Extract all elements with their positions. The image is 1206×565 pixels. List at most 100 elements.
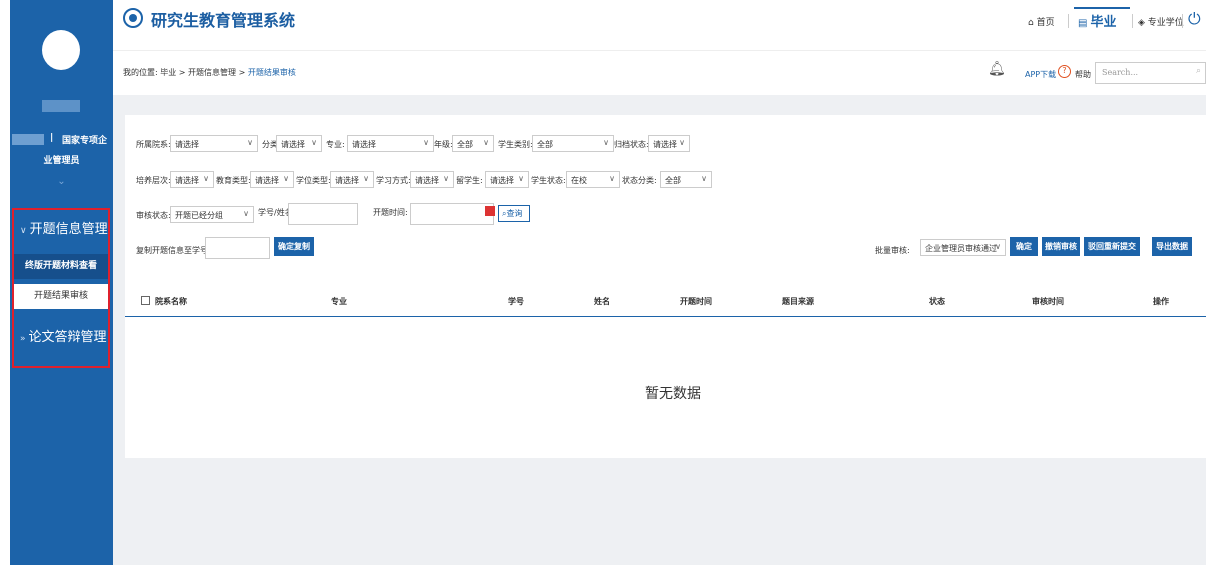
chevron-down-icon: ∨ <box>243 209 249 218</box>
id-name-input[interactable] <box>288 203 358 225</box>
table-header: 院系名称 专业 学号 姓名 开题时间 题目来源 状态 审核时间 操作 <box>125 285 1206 317</box>
submenu-final-materials[interactable]: 终版开题材料查看 <box>14 254 108 279</box>
major-label: 专业: <box>326 140 345 149</box>
chevron-down-icon: ∨ <box>247 138 253 147</box>
training-level-select[interactable]: 请选择 ∨ <box>170 171 214 188</box>
chevron-down-icon: ∨ <box>283 174 289 183</box>
batch-audit-label: 批量审核: <box>875 246 910 255</box>
calendar-icon[interactable] <box>485 206 495 216</box>
revoke-audit-button[interactable]: 撤销审核 <box>1042 237 1080 256</box>
chevron-right-icon: » <box>20 334 26 344</box>
query-button[interactable]: ⌕查询 <box>498 205 530 222</box>
major-select[interactable]: 请选择 ∨ <box>347 135 434 152</box>
chevron-down-icon: ∨ <box>203 174 209 183</box>
batch-audit-select[interactable]: 企业管理员审核通过 ∨ <box>920 239 1006 256</box>
study-mode-select[interactable]: 请选择 ∨ <box>410 171 454 188</box>
col-open-time: 开题时间 <box>680 297 712 306</box>
user-name-redacted <box>42 100 80 112</box>
intl-student-label: 留学生: <box>456 176 483 185</box>
status-category-label: 状态分类: <box>622 176 657 185</box>
app-title: 研究生教育管理系统 <box>151 11 296 30</box>
nav-graduation[interactable]: ▤ 毕业 <box>1078 11 1116 30</box>
student-status-select[interactable]: 在校 ∨ <box>566 171 620 188</box>
col-topic-source: 题目来源 <box>782 297 814 306</box>
student-type-label: 学生类别: <box>498 140 533 149</box>
nav-home[interactable]: ⌂ 首页 <box>1028 15 1055 28</box>
col-name: 姓名 <box>594 297 610 306</box>
header: 研究生教育管理系统 ⌂ 首页 ▤ 毕业 ◈ 专业学位 ⏻ <box>113 0 1206 50</box>
study-mode-label: 学习方式: <box>376 176 411 185</box>
search-icon[interactable]: ⌕ <box>1196 66 1201 76</box>
submenu-result-audit[interactable]: 开题结果审核 <box>14 284 108 309</box>
chevron-down-icon: ∨ <box>701 174 707 183</box>
user-id-redacted <box>12 134 44 145</box>
audit-status-select[interactable]: 开题已经分组 ∨ <box>170 206 254 223</box>
archive-status-label: 归档状态: <box>614 140 649 149</box>
graduation-cap-icon: ◈ <box>1138 18 1148 28</box>
search-input[interactable]: Search... <box>1095 62 1206 84</box>
divider <box>1182 14 1183 28</box>
help-icon[interactable]: ? <box>1058 65 1071 78</box>
user-info: | 国家专项企 <box>10 133 113 147</box>
college-select[interactable]: 请选择 ∨ <box>170 135 258 152</box>
copy-to-id-input[interactable] <box>205 237 270 259</box>
power-icon[interactable]: ⏻ <box>1188 9 1201 29</box>
copy-label: 复制开题信息至学号: <box>136 246 211 255</box>
col-audit-time: 审核时间 <box>1032 297 1064 306</box>
student-type-select[interactable]: 全部 ∨ <box>532 135 614 152</box>
col-status: 状态 <box>929 297 945 306</box>
divider <box>1068 14 1069 28</box>
chevron-down-icon[interactable]: ⌄ <box>10 176 113 187</box>
audit-status-label: 审核状态: <box>136 211 171 220</box>
chevron-down-icon: ∨ <box>483 138 489 147</box>
chevron-down-icon: ∨ <box>603 138 609 147</box>
col-college: 院系名称 <box>155 297 187 306</box>
grade-select[interactable]: 全部 ∨ <box>452 135 494 152</box>
chevron-down-icon: ∨ <box>609 174 615 183</box>
divider: | <box>50 133 54 143</box>
edu-type-label: 教育类型: <box>216 176 251 185</box>
select-all-checkbox[interactable] <box>141 296 150 305</box>
avatar[interactable] <box>42 30 80 70</box>
open-time-input[interactable] <box>410 203 494 225</box>
menu-label: 论文答辩管理 <box>28 330 107 345</box>
open-time-label: 开题时间: <box>373 208 408 217</box>
chevron-down-icon: ∨ <box>518 174 524 183</box>
student-status-label: 学生状态: <box>531 176 566 185</box>
edu-type-select[interactable]: 请选择 ∨ <box>250 171 294 188</box>
chevron-down-icon: ∨ <box>423 138 429 147</box>
batch-confirm-button[interactable]: 确定 <box>1010 237 1038 256</box>
divider <box>1132 14 1133 28</box>
col-actions: 操作 <box>1153 297 1169 306</box>
degree-type-select[interactable]: 请选择 ∨ <box>330 171 374 188</box>
grade-label: 年级: <box>434 140 453 149</box>
menu-thesis-defense[interactable]: » 论文答辩管理 <box>14 322 108 354</box>
degree-type-label: 学位类型: <box>296 176 331 185</box>
breadcrumb: 我的位置: 毕业 > 开题信息管理 > 开题结果审核 <box>123 68 296 77</box>
category-select[interactable]: 请选择 ∨ <box>276 135 322 152</box>
col-student-id: 学号 <box>508 297 524 306</box>
intl-student-select[interactable]: 请选择 ∨ <box>485 171 529 188</box>
chevron-down-icon: ∨ <box>311 138 317 147</box>
chevron-down-icon: ∨ <box>679 138 685 147</box>
app-download-link[interactable]: APP下载 <box>1025 69 1056 80</box>
nav-degree[interactable]: ◈ 专业学位 <box>1138 15 1184 28</box>
training-level-label: 培养层次: <box>136 176 171 185</box>
logo-icon <box>123 8 143 28</box>
college-label: 所属院系: <box>136 140 171 149</box>
export-data-button[interactable]: 导出数据 <box>1152 237 1192 256</box>
confirm-copy-button[interactable]: 确定复制 <box>274 237 314 256</box>
chevron-down-icon: ∨ <box>20 226 27 236</box>
user-org: 国家专项企 <box>62 136 108 146</box>
document-icon: ▤ <box>1078 18 1088 29</box>
col-major: 专业 <box>331 297 347 306</box>
chevron-down-icon: ∨ <box>363 174 369 183</box>
menu-label: 开题信息管理 <box>29 222 108 237</box>
breadcrumb-bar: 我的位置: 毕业 > 开题信息管理 > 开题结果审核 🔔︎ APP下载 ? 帮助… <box>113 50 1206 95</box>
status-category-select[interactable]: 全部 ∨ <box>660 171 712 188</box>
menu-topic-info[interactable]: ∨ 开题信息管理 <box>14 214 108 246</box>
archive-status-select[interactable]: 请选择 ∨ <box>648 135 690 152</box>
bell-icon[interactable]: 🔔︎ <box>988 61 1006 77</box>
help-link[interactable]: 帮助 <box>1075 69 1091 80</box>
return-resubmit-button[interactable]: 驳回重新提交 <box>1084 237 1140 256</box>
